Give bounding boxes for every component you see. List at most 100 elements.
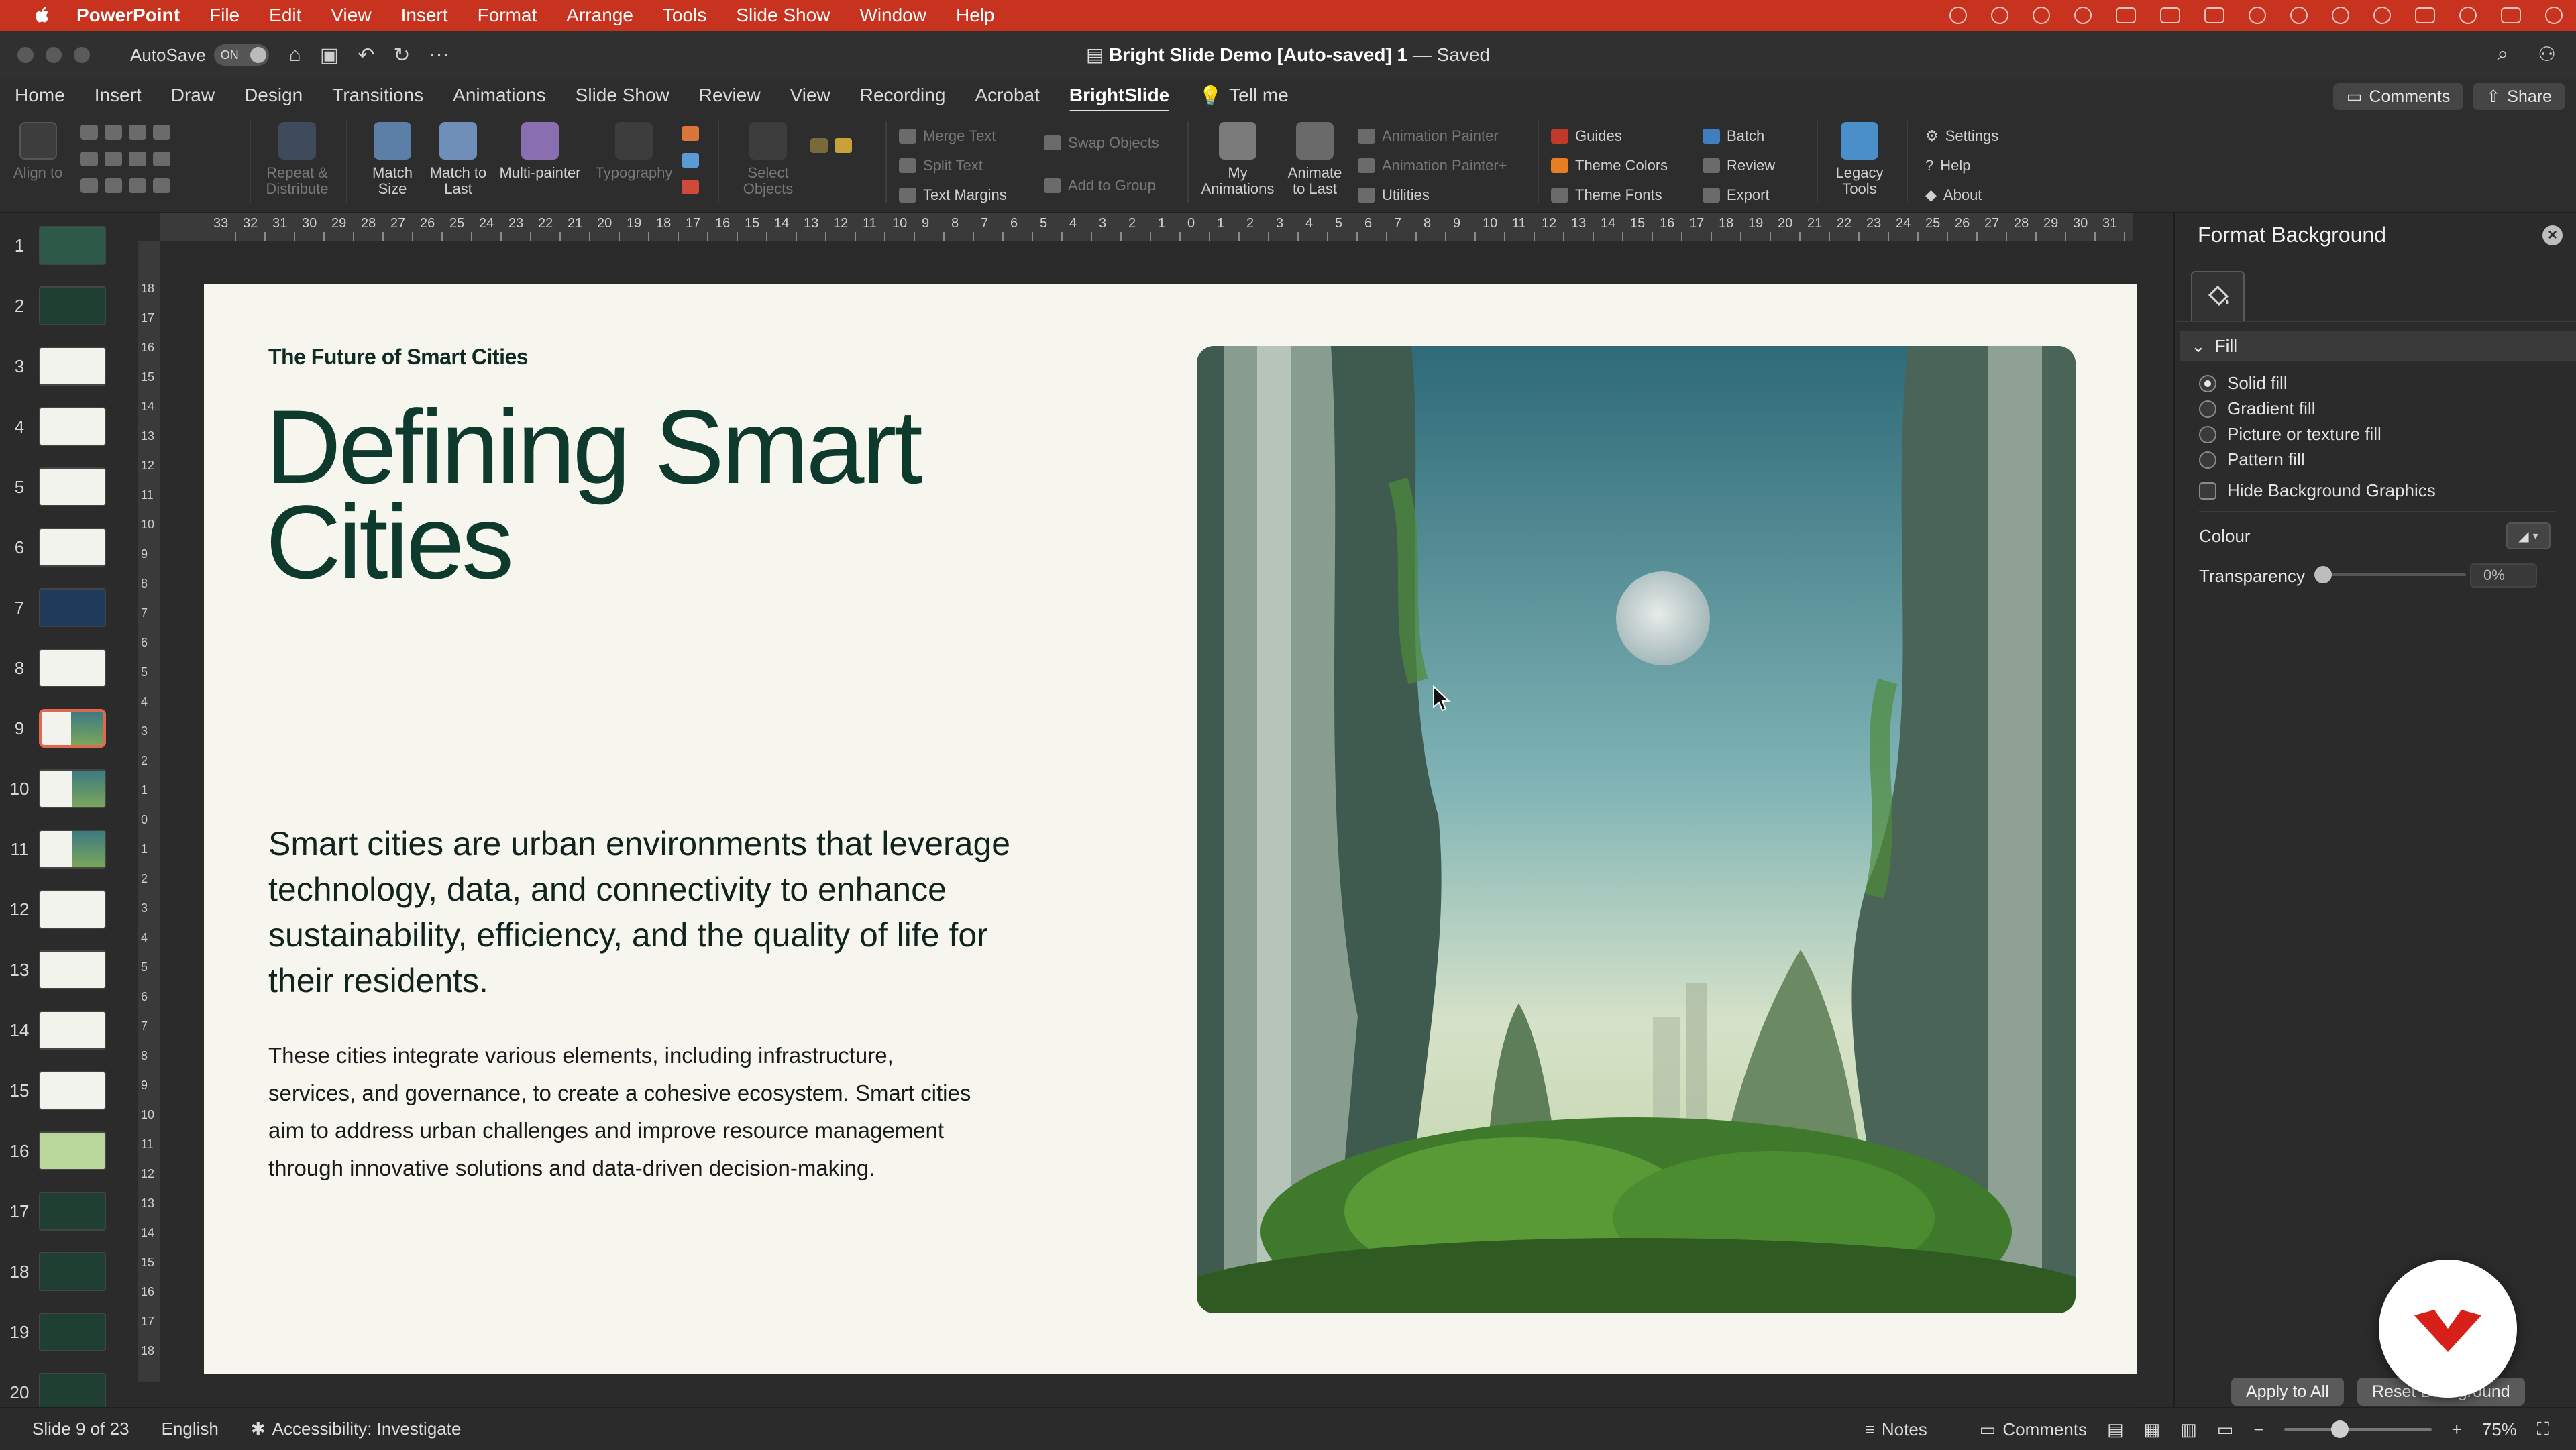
slide-thumbnail[interactable]: 12: [0, 883, 138, 936]
distribute-icon[interactable]: [153, 125, 170, 140]
status-comments-button[interactable]: ▭ Comments: [1980, 1419, 2087, 1440]
multi-painter-button[interactable]: Multi-painter: [496, 122, 584, 181]
slide-title[interactable]: Defining Smart Cities: [266, 395, 1071, 595]
zoom-in-icon[interactable]: +: [2452, 1419, 2462, 1440]
share-button[interactable]: ⇧ Share: [2473, 83, 2565, 110]
fill-tab[interactable]: [2191, 271, 2245, 321]
slide-thumbnail[interactable]: 16: [0, 1124, 138, 1178]
more-icon[interactable]: ⋯: [429, 44, 449, 67]
bolt-icon[interactable]: [2033, 7, 2050, 24]
transparency-input[interactable]: 0%: [2470, 563, 2537, 588]
menu-window[interactable]: Window: [859, 5, 926, 26]
screen-icon[interactable]: [2116, 7, 2136, 23]
slide-thumbnail[interactable]: 2: [0, 279, 138, 333]
my-animations-button[interactable]: My Animations: [1201, 122, 1275, 197]
app-menu[interactable]: PowerPoint: [76, 5, 180, 26]
text-margins-button[interactable]: Text Margins: [899, 186, 1007, 204]
split-text-button[interactable]: Split Text: [899, 157, 983, 174]
slide[interactable]: The Future of Smart Cities Defining Smar…: [204, 284, 2137, 1374]
slide-thumbnail[interactable]: 11: [0, 822, 138, 876]
menu-view[interactable]: View: [331, 5, 371, 26]
menu-slide-show[interactable]: Slide Show: [736, 5, 830, 26]
lock-icon[interactable]: [810, 138, 828, 153]
accessibility-checker[interactable]: ✱ Accessibility: Investigate: [251, 1418, 462, 1439]
tab-insert[interactable]: Insert: [95, 85, 142, 106]
clock-icon[interactable]: [2545, 7, 2563, 24]
align-bottom-icon[interactable]: [129, 152, 146, 166]
picture-fill-option[interactable]: Picture or texture fill: [2199, 424, 2381, 445]
tab-home[interactable]: Home: [15, 85, 65, 106]
slide-thumbnail[interactable]: 6: [0, 520, 138, 574]
minimize-window-button[interactable]: [46, 47, 62, 63]
tab-acrobat[interactable]: Acrobat: [975, 85, 1040, 106]
typography-button[interactable]: Typography: [590, 122, 678, 181]
slide-thumbnail[interactable]: 19: [0, 1305, 138, 1359]
slide-thumbnail[interactable]: 18: [0, 1245, 138, 1298]
apply-to-all-button[interactable]: Apply to All: [2231, 1378, 2344, 1406]
theme-colors-button[interactable]: Theme Colors: [1551, 157, 1668, 174]
spotlight-icon[interactable]: [2459, 7, 2477, 24]
slide-thumbnail[interactable]: 1: [0, 219, 138, 272]
menu-insert[interactable]: Insert: [401, 5, 448, 26]
slide-thumbnail[interactable]: 3: [0, 339, 138, 393]
font-color-icon[interactable]: [682, 180, 699, 194]
animation-painter-button[interactable]: Animation Painter: [1358, 127, 1499, 145]
search-icon[interactable]: ⌕: [2497, 43, 2508, 66]
fill-icon[interactable]: [682, 126, 699, 141]
animate-to-last-button[interactable]: Animate to Last: [1281, 122, 1348, 197]
tab-draw[interactable]: Draw: [171, 85, 215, 106]
battery-icon[interactable]: [2204, 7, 2224, 23]
reading-view-icon[interactable]: ▥: [2180, 1419, 2197, 1440]
lines-icon[interactable]: [153, 178, 170, 193]
slideshow-icon[interactable]: ▭: [2217, 1419, 2234, 1440]
theme-fonts-button[interactable]: Theme Fonts: [1551, 186, 1662, 204]
transparency-slider-handle[interactable]: [2314, 566, 2332, 583]
ladder-icon[interactable]: [105, 178, 122, 193]
match-to-last-button[interactable]: Match to Last: [428, 122, 488, 197]
picture-fill-radio[interactable]: [2199, 425, 2216, 443]
pattern-fill-option[interactable]: Pattern fill: [2199, 449, 2305, 470]
smart-city-image[interactable]: [1197, 346, 2076, 1313]
repeat-distribute-button[interactable]: Repeat & Distribute: [260, 122, 334, 197]
align-top-icon[interactable]: [80, 152, 98, 166]
align-left-icon[interactable]: [80, 125, 98, 140]
align-right-icon[interactable]: [129, 125, 146, 140]
menu-edit[interactable]: Edit: [269, 5, 301, 26]
hide-bg-graphics-checkbox[interactable]: [2199, 482, 2216, 500]
gradient-fill-radio[interactable]: [2199, 400, 2216, 418]
utilities-button[interactable]: Utilities: [1358, 186, 1430, 204]
slide-thumbnail[interactable]: 7: [0, 581, 138, 634]
creative-cloud-icon[interactable]: [1991, 7, 2008, 24]
about-button[interactable]: ◆ About: [1925, 186, 1982, 204]
slide-thumbnail[interactable]: 8: [0, 641, 138, 695]
swap-objects-button[interactable]: Swap Objects: [1044, 134, 1159, 152]
notes-button[interactable]: ≡ Notes: [1865, 1419, 1927, 1440]
table-icon[interactable]: [129, 178, 146, 193]
pattern-fill-radio[interactable]: [2199, 451, 2216, 469]
hide-bg-graphics-option[interactable]: Hide Background Graphics: [2199, 480, 2436, 501]
merge-text-button[interactable]: Merge Text: [899, 127, 996, 145]
align-middle-icon[interactable]: [105, 152, 122, 166]
tab-recording[interactable]: Recording: [860, 85, 946, 106]
figma-icon[interactable]: [1949, 7, 1967, 24]
redo-icon[interactable]: ↻: [393, 44, 410, 67]
tab-brightslide[interactable]: BrightSlide: [1069, 85, 1170, 113]
zoom-window-button[interactable]: [74, 47, 90, 63]
tell-me[interactable]: 💡 Tell me: [1199, 85, 1289, 107]
add-to-group-button[interactable]: Add to Group: [1044, 177, 1156, 194]
user-icon[interactable]: [2373, 7, 2391, 24]
slide-thumbnail[interactable]: 4: [0, 400, 138, 453]
fit-to-window-icon[interactable]: ⛶: [2537, 1418, 2549, 1440]
normal-view-icon[interactable]: ▤: [2107, 1419, 2124, 1440]
zoom-level[interactable]: 75%: [2482, 1419, 2517, 1440]
slide-sorter-icon[interactable]: ▦: [2144, 1419, 2161, 1440]
solid-fill-option[interactable]: Solid fill: [2199, 373, 2288, 394]
bluetooth-icon[interactable]: [2290, 7, 2308, 24]
save-icon[interactable]: ▣: [320, 44, 339, 67]
align-center-icon[interactable]: [105, 125, 122, 140]
display-icon[interactable]: [2160, 7, 2180, 23]
slide-thumbnail[interactable]: 17: [0, 1184, 138, 1238]
guides-button[interactable]: Guides: [1551, 127, 1622, 145]
menu-file[interactable]: File: [209, 5, 239, 26]
undo-icon[interactable]: ↶: [358, 44, 374, 67]
